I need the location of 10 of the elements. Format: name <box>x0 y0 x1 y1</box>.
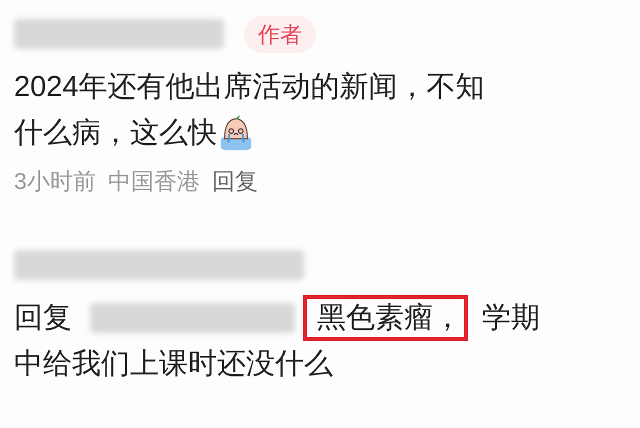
comment-text: 学期 <box>482 300 540 336</box>
reply-link[interactable]: 回复 <box>212 164 258 198</box>
comment-text: 2024年还有他出席活动的新闻，不知 <box>14 70 485 105</box>
reply-prefix: 回复 <box>14 300 72 336</box>
comment-location: 中国香港 <box>108 167 200 196</box>
comment-time: 3小时前 <box>14 167 96 196</box>
highlighted-text: 黑色素瘤， <box>303 294 468 340</box>
comment-text: 中给我们上课时还没什么 <box>14 346 333 382</box>
author-badge: 作者 <box>244 16 316 52</box>
comment-text: 什么病，这么快 <box>14 116 217 151</box>
